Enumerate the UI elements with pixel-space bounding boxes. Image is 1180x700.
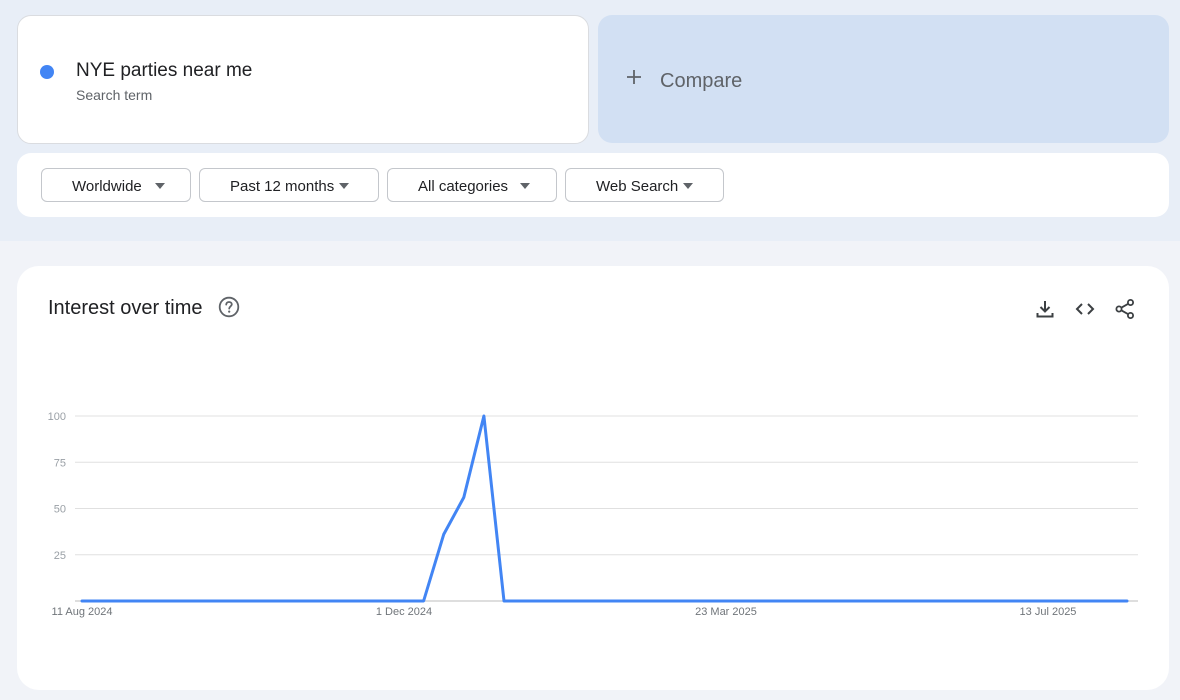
chevron-down-icon xyxy=(339,183,349,189)
region-dropdown-label: Worldwide xyxy=(72,178,142,195)
search-type-dropdown-label: Web Search xyxy=(596,178,679,195)
category-dropdown-label: All categories xyxy=(418,178,509,195)
category-dropdown[interactable]: All categories xyxy=(387,168,557,202)
search-term-card[interactable]: NYE parties near me Search term xyxy=(17,15,589,144)
x-tick-label: 11 Aug 2024 xyxy=(52,606,113,618)
search-term-subtitle: Search term xyxy=(76,87,153,103)
compare-label: Compare xyxy=(660,70,743,92)
x-tick-label: 1 Dec 2024 xyxy=(376,606,432,618)
interest-line-chart: 25 50 75 100 11 Aug 2024 1 Dec 2024 23 Mar 202… xyxy=(48,411,1138,618)
y-tick-label: 75 xyxy=(54,457,66,469)
search-term-name[interactable]: NYE parties near me xyxy=(76,60,252,82)
search-type-dropdown[interactable]: Web Search xyxy=(565,168,724,202)
series-color-dot xyxy=(40,65,54,79)
y-tick-label: 50 xyxy=(54,504,66,516)
chevron-down-icon xyxy=(683,183,693,189)
chevron-down-icon xyxy=(520,183,530,189)
filter-bar: Worldwide Past 12 months All categories … xyxy=(17,153,1169,217)
chevron-down-icon xyxy=(155,183,165,189)
time-range-dropdown[interactable]: Past 12 months xyxy=(199,168,379,202)
region-dropdown[interactable]: Worldwide xyxy=(41,168,191,202)
x-tick-label: 23 Mar 2025 xyxy=(695,606,757,618)
compare-button[interactable]: Compare xyxy=(598,15,1169,143)
time-range-dropdown-label: Past 12 months xyxy=(230,178,335,195)
y-tick-label: 25 xyxy=(54,550,66,562)
x-tick-label: 13 Jul 2025 xyxy=(1020,606,1077,618)
plus-icon xyxy=(627,70,641,84)
y-tick-label: 100 xyxy=(48,411,66,423)
interest-over-time-card: Interest over time 25 50 75 100 11 Aug 2024 1… xyxy=(17,266,1169,690)
